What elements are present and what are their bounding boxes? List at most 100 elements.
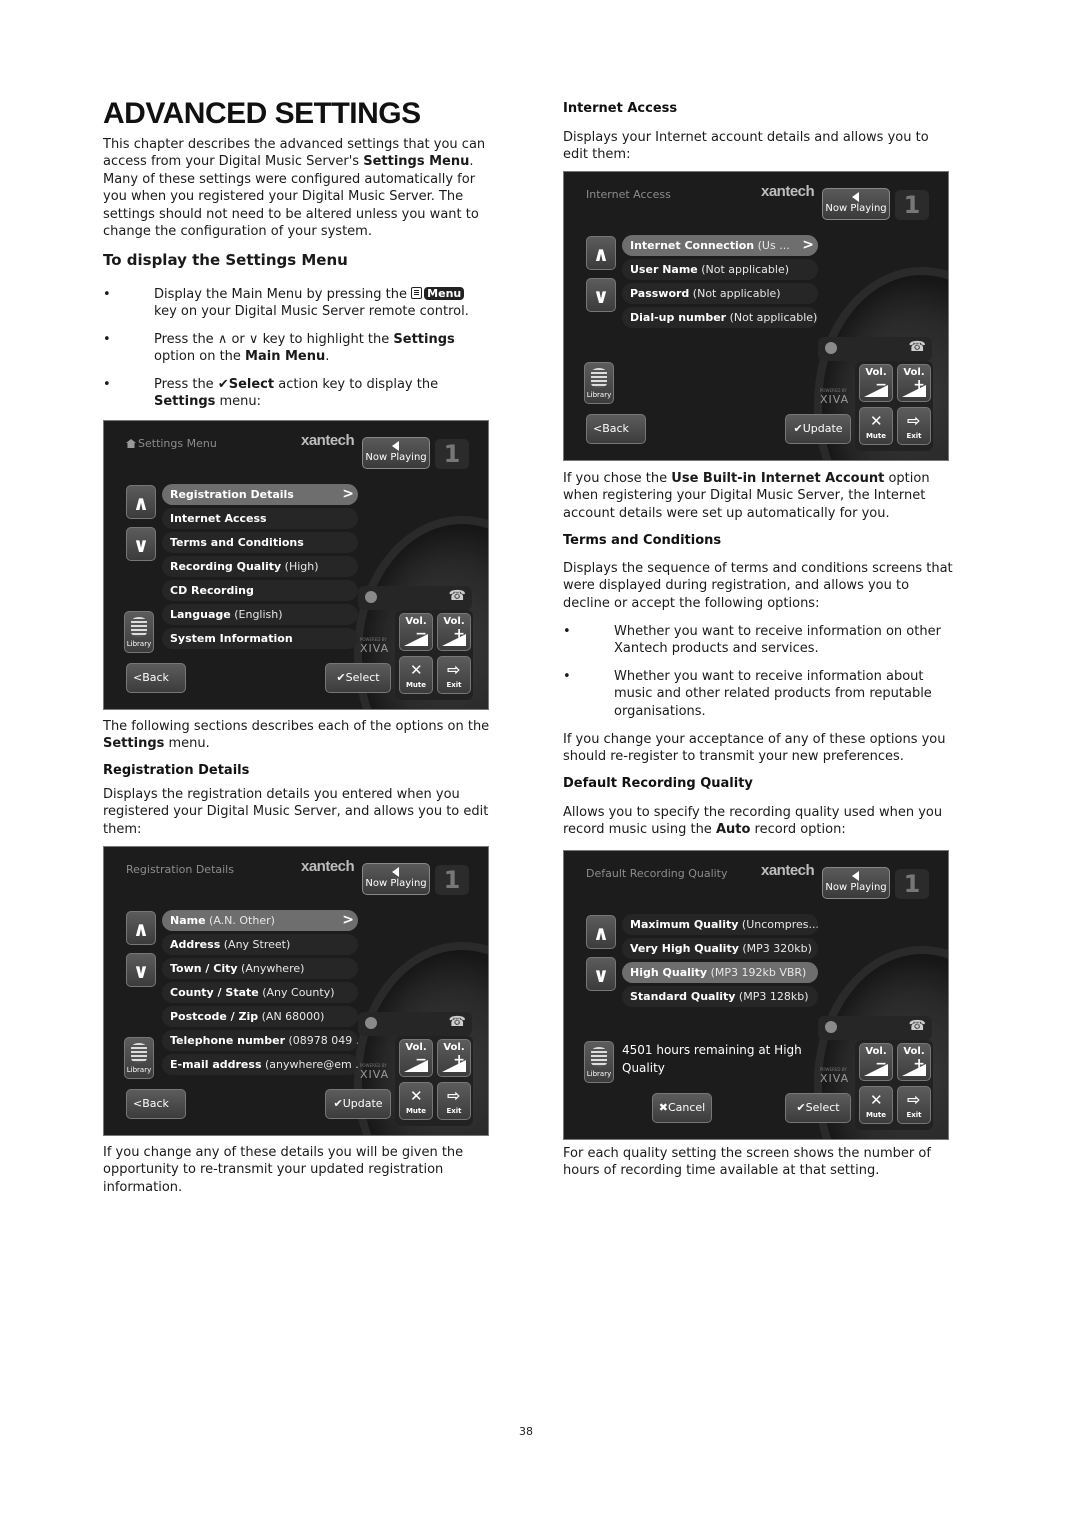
hours-remaining-text: 4501 hours remaining at High Quality [622,1043,802,1075]
speaker-icon [391,441,399,451]
phone-icon: ☎ [908,1018,926,1034]
now-playing-button[interactable]: Now Playing [822,188,890,220]
volume-down-button[interactable]: Vol. − [399,1039,433,1077]
chevron-left-icon: < [133,1097,143,1110]
now-playing-button[interactable]: Now Playing [362,437,430,469]
field-county-state[interactable]: County / State (Any County) [162,982,358,1003]
menu-item-internet-access[interactable]: Internet Access [162,508,358,529]
field-user-name[interactable]: User Name (Not applicable) [622,259,818,280]
exit-button[interactable]: Exit [437,1082,471,1120]
option-very-high-quality[interactable]: Very High Quality (MP3 320kb) [622,938,818,959]
option-standard-quality[interactable]: Standard Quality (MP3 128kb) [622,986,818,1007]
volume-up-button[interactable]: Vol. + [437,613,471,651]
option-maximum-quality[interactable]: Maximum Quality (Uncompres... [622,914,818,935]
cancel-button[interactable]: ✖Cancel [652,1093,712,1123]
registration-paragraph: Displays the registration details you en… [103,787,489,837]
select-button[interactable]: ✔Select [325,663,391,693]
exit-button[interactable]: Exit [897,407,931,445]
volume-up-button[interactable]: Vol. + [437,1039,471,1077]
field-town-city[interactable]: Town / City (Anywhere) [162,958,358,979]
scroll-down-button[interactable]: ∨ [126,527,156,561]
library-button[interactable]: Library [584,362,614,404]
phone-icon: ☎ [448,1014,466,1030]
back-button[interactable]: <Back [126,663,186,693]
scroll-up-button[interactable]: ∧ [586,236,616,270]
menu-item-terms[interactable]: Terms and Conditions [162,532,358,553]
section-title-internet: Internet Access [563,101,678,116]
update-button[interactable]: ✔Update [325,1089,391,1119]
chevron-left-icon: < [593,422,603,435]
terms-paragraph: Displays the sequence of terms and condi… [563,561,953,611]
select-button[interactable]: ✔Select [785,1093,851,1123]
mute-button[interactable]: Mute [399,1082,433,1120]
scroll-up-button[interactable]: ∧ [126,911,156,945]
menu-item-cd-recording[interactable]: CD Recording [162,580,358,601]
volume-down-button[interactable]: Vol. − [399,613,433,651]
quality-paragraph: Allows you to specify the recording qual… [563,805,943,838]
field-password[interactable]: Password (Not applicable) [622,283,818,304]
status-bar: ☎ [358,1012,472,1036]
field-internet-connection[interactable]: Internet Connection (Us ... > [622,235,818,256]
chevron-right-icon: > [802,237,814,253]
back-button[interactable]: <Back [586,414,646,444]
now-playing-button[interactable]: Now Playing [822,867,890,899]
xantech-logo: xantech [761,862,815,879]
page-number: 38 [519,1425,533,1438]
field-postcode[interactable]: Postcode / Zip (AN 68000) [162,1006,358,1027]
volume-up-button[interactable]: Vol. + [897,1043,931,1081]
recording-quality-screenshot: Default Recording Quality xantech Now Pl… [563,850,949,1140]
status-bar: ☎ [358,586,472,610]
library-button[interactable]: Library [584,1041,614,1083]
close-icon: ✖ [658,1101,668,1114]
speaker-icon [391,867,399,877]
library-button[interactable]: Library [124,611,154,653]
volume-down-button[interactable]: Vol. − [859,1043,893,1081]
menu-item-recording-quality[interactable]: Recording Quality (High) [162,556,358,577]
xantech-logo: xantech [301,858,355,875]
zone-number: 1 [895,869,929,899]
screen-title: Internet Access [586,188,671,201]
registration-details-screenshot: Registration Details xantech Now Playing… [103,846,489,1136]
mute-button[interactable]: Mute [859,407,893,445]
status-led-icon [825,1021,837,1033]
exit-button[interactable]: Exit [897,1086,931,1124]
update-button[interactable]: ✔Update [785,414,851,444]
down-key-icon: ∨ [248,332,259,347]
menu-icon [411,287,423,299]
menu-item-language[interactable]: Language (English) [162,604,358,625]
now-playing-button[interactable]: Now Playing [362,863,430,895]
menu-item-registration-details[interactable]: Registration Details > [162,484,358,505]
library-button[interactable]: Library [124,1037,154,1079]
scroll-up-button[interactable]: ∧ [126,485,156,519]
menu-item-system-information[interactable]: System Information [162,628,358,649]
list-item: • Display the Main Menu by pressing the … [103,287,469,320]
xantech-logo: xantech [761,183,815,200]
settings-menu-screenshot: Settings Menu xantech Now Playing 1 ∧ ∨ … [103,420,489,710]
mute-button[interactable]: Mute [399,656,433,694]
field-telephone[interactable]: Telephone number (08978 049 ... [162,1030,358,1051]
chevron-right-icon: > [342,486,354,502]
internet-after-paragraph: If you chose the Use Built-in Internet A… [563,471,930,521]
exit-button[interactable]: Exit [437,656,471,694]
field-email[interactable]: E-mail address (anywhere@em ... [162,1054,358,1075]
option-high-quality[interactable]: High Quality (MP3 192kb VBR) [622,962,818,983]
phone-icon: ☎ [908,339,926,355]
volume-down-button[interactable]: Vol. − [859,364,893,402]
scroll-up-button[interactable]: ∧ [586,915,616,949]
volume-up-button[interactable]: Vol. + [897,364,931,402]
status-led-icon [365,1017,377,1029]
chevron-right-icon: > [342,912,354,928]
back-button[interactable]: <Back [126,1089,186,1119]
list-item: • Press the ✔Select action key to displa… [103,377,439,410]
scroll-down-button[interactable]: ∨ [586,957,616,991]
field-address[interactable]: Address (Any Street) [162,934,358,955]
up-key-icon: ∧ [217,332,228,347]
mute-button[interactable]: Mute [859,1086,893,1124]
page-title: ADVANCED SETTINGS [103,97,421,130]
phone-icon: ☎ [448,588,466,604]
field-name[interactable]: Name (A.N. Other) > [162,910,358,931]
scroll-down-button[interactable]: ∨ [126,953,156,987]
scroll-down-button[interactable]: ∨ [586,278,616,312]
check-icon: ✔ [336,671,346,684]
field-dialup-number[interactable]: Dial-up number (Not applicable) [622,307,818,328]
